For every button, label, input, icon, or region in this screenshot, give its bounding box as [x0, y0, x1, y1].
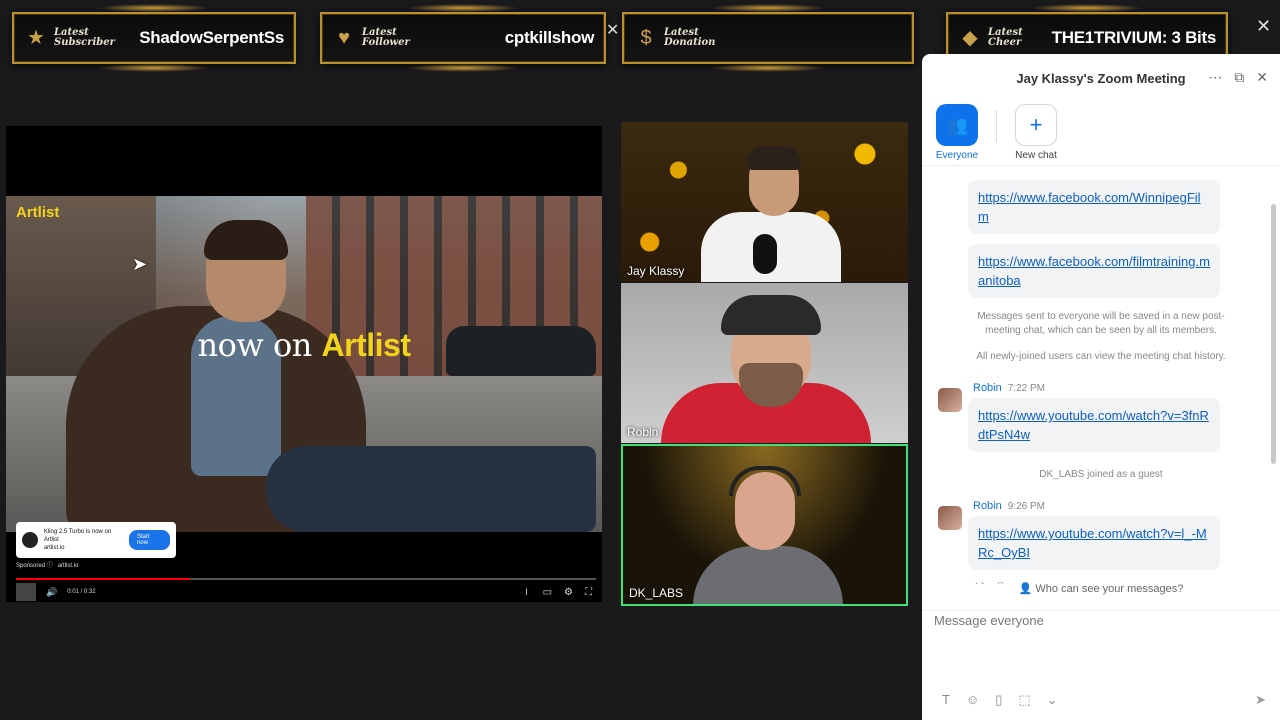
compose-toolbar: T ☺ ▯ ⬚ ⌄	[942, 692, 1058, 708]
chat-tabs: 👥 Everyone + New chat	[922, 102, 1280, 166]
latest-donation-banner: $ Latest Donation	[622, 4, 914, 72]
tab-everyone[interactable]: 👥 Everyone	[932, 104, 982, 165]
file-icon[interactable]: ▯	[995, 692, 1002, 708]
banner-label: Latest Follower	[362, 27, 410, 48]
heart-icon: ♥	[338, 27, 350, 49]
who-can-see-text: Who can see your messages?	[1035, 583, 1184, 595]
who-can-see-link[interactable]: 👤 Who can see your messages?	[922, 582, 1280, 595]
chat-titlebar: Jay Klassy's Zoom Meeting ⋯ ⧉ ✕	[922, 54, 1280, 102]
banner-label: Latest Cheer	[988, 27, 1023, 48]
ad-start-now-button[interactable]: Start now	[128, 530, 171, 550]
pop-out-icon[interactable]: ⧉	[1234, 69, 1244, 86]
video-player[interactable]: Artlist now on Artlist ➤ Kling 2.5 Turbo…	[6, 126, 602, 602]
message-list[interactable]: https://www.facebook.com/WinnipegFilm ht…	[922, 172, 1280, 584]
avatar	[938, 506, 962, 530]
chevron-down-icon[interactable]: ⌄	[1047, 692, 1058, 708]
message-row: Robin 9:26 PM https://www.youtube.com/wa…	[922, 500, 1280, 570]
emoji-icon[interactable]: ☺	[966, 692, 979, 708]
star-icon: ★	[27, 27, 45, 49]
participant-tile-robin[interactable]: Robin	[621, 283, 908, 443]
video-tagline: now on Artlist	[197, 326, 411, 364]
video-progress-bar[interactable]	[16, 578, 596, 580]
video-frame: Artlist now on Artlist ➤	[6, 196, 602, 532]
latest-cheer-value: THE1TRIVIUM: 3 Bits	[1051, 28, 1217, 47]
message-bubble: https://www.youtube.com/watch?v=l_-MRc_O…	[968, 516, 1220, 570]
fullscreen-icon[interactable]: ⛶	[585, 587, 592, 598]
message-bubble: https://www.facebook.com/filmtraining.ma…	[968, 244, 1220, 298]
participant-tile-jay-klassy[interactable]: Jay Klassy	[621, 122, 908, 282]
more-options-icon[interactable]: ⋯	[1208, 69, 1222, 86]
message-header: Robin 7:22 PM	[973, 382, 1280, 394]
message-bubble: https://www.youtube.com/watch?v=3fnRdtPs…	[968, 398, 1220, 452]
sponsored-label: Sponsored ⓘ artlist.io	[16, 563, 79, 569]
message-link[interactable]: https://www.youtube.com/watch?v=3fnRdtPs…	[978, 408, 1209, 442]
tab-divider	[996, 110, 997, 142]
mouse-cursor-icon: ➤	[132, 254, 148, 274]
chat-scrollbar[interactable]	[1271, 204, 1276, 464]
microphone-icon	[753, 234, 777, 274]
avatar	[938, 388, 962, 412]
message-row: Robin 7:22 PM https://www.youtube.com/wa…	[922, 382, 1280, 452]
message-link[interactable]: https://www.facebook.com/filmtraining.ma…	[978, 254, 1210, 288]
tab-new-chat[interactable]: + New chat	[1011, 104, 1061, 165]
message-bubble: https://www.facebook.com/WinnipegFilm	[968, 180, 1220, 234]
sender-name[interactable]: Robin	[973, 500, 1002, 512]
artlist-logo: Artlist	[16, 204, 60, 221]
system-notice: Messages sent to everyone will be saved …	[977, 311, 1225, 336]
banner-label: Latest Subscriber	[54, 27, 115, 48]
plus-icon: +	[1015, 104, 1057, 146]
volume-icon[interactable]: 🔊	[46, 587, 57, 598]
captions-icon[interactable]: ▭	[543, 587, 552, 598]
compose-area: T ☺ ▯ ⬚ ⌄ ➤	[922, 610, 1280, 720]
participant-name: DK_LABS	[629, 586, 684, 600]
sender-name[interactable]: Robin	[973, 382, 1002, 394]
person-legs	[266, 446, 596, 532]
message-time: 7:22 PM	[1007, 382, 1045, 394]
meeting-title: Jay Klassy's Zoom Meeting	[1016, 70, 1186, 86]
system-notice: All newly-joined users can view the meet…	[976, 351, 1226, 362]
participant-tile-dk-labs[interactable]: DK_LABS	[621, 444, 908, 606]
banner-label: Latest Donation	[664, 27, 716, 48]
dollar-icon: $	[640, 27, 652, 49]
latest-follower-name: cptkillshow	[504, 28, 595, 47]
participant-name: Robin	[627, 425, 659, 439]
send-icon[interactable]: ➤	[1255, 692, 1266, 708]
people-lock-icon: 👤	[1018, 583, 1033, 595]
participant-hair	[747, 146, 801, 170]
close-icon[interactable]: ✕	[1256, 16, 1271, 37]
time-readout: 0:01 / 0:32	[67, 589, 96, 595]
participant-shirt	[693, 546, 843, 604]
people-icon: 👥	[936, 104, 978, 146]
autoplay-toggle-icon[interactable]: ⏽	[523, 587, 531, 598]
participant-cap	[721, 295, 821, 335]
message-header: Robin 9:26 PM	[973, 500, 1280, 512]
close-icon[interactable]: ✕	[606, 20, 619, 40]
video-controls: 🔊 0:01 / 0:32 ⏽ ▭ ⚙ ⛶	[6, 582, 602, 602]
latest-subscriber-banner: ★ Latest Subscriber ShadowSerpentSs	[12, 4, 296, 72]
latest-subscriber-name: ShadowSerpentSs	[139, 28, 284, 47]
chat-panel: Jay Klassy's Zoom Meeting ⋯ ⧉ ✕ 👥 Everyo…	[922, 54, 1280, 720]
settings-gear-icon[interactable]: ⚙	[564, 587, 573, 598]
diamond-icon: ◆	[962, 27, 978, 49]
ad-app-icon	[22, 532, 38, 548]
message-link[interactable]: https://www.youtube.com/watch?v=l_-MRc_O…	[978, 526, 1207, 560]
message-link[interactable]: https://www.facebook.com/WinnipegFilm	[978, 190, 1201, 224]
tab-label: Everyone	[935, 150, 979, 161]
person-hair	[204, 220, 288, 260]
participant-name: Jay Klassy	[627, 264, 685, 278]
message-time: 9:26 PM	[1007, 500, 1045, 512]
tab-label: New chat	[1015, 150, 1057, 161]
ad-text: Kling 2.5 Turbo is now on Artlist artlist…	[43, 529, 112, 551]
video-thumbnail	[16, 583, 36, 601]
close-icon[interactable]: ✕	[1256, 69, 1268, 86]
message-input[interactable]	[934, 613, 1254, 628]
join-notice: DK_LABS joined as a guest	[1039, 469, 1163, 480]
screenshot-icon[interactable]: ⬚	[1018, 692, 1030, 708]
latest-follower-banner: ♥ Latest Follower cptkillshow	[320, 4, 606, 72]
text-format-icon[interactable]: T	[942, 692, 950, 708]
video-progress-fill	[16, 578, 190, 580]
ad-card[interactable]: Kling 2.5 Turbo is now on Artlist artlist…	[16, 522, 176, 558]
headset-icon	[729, 466, 801, 496]
